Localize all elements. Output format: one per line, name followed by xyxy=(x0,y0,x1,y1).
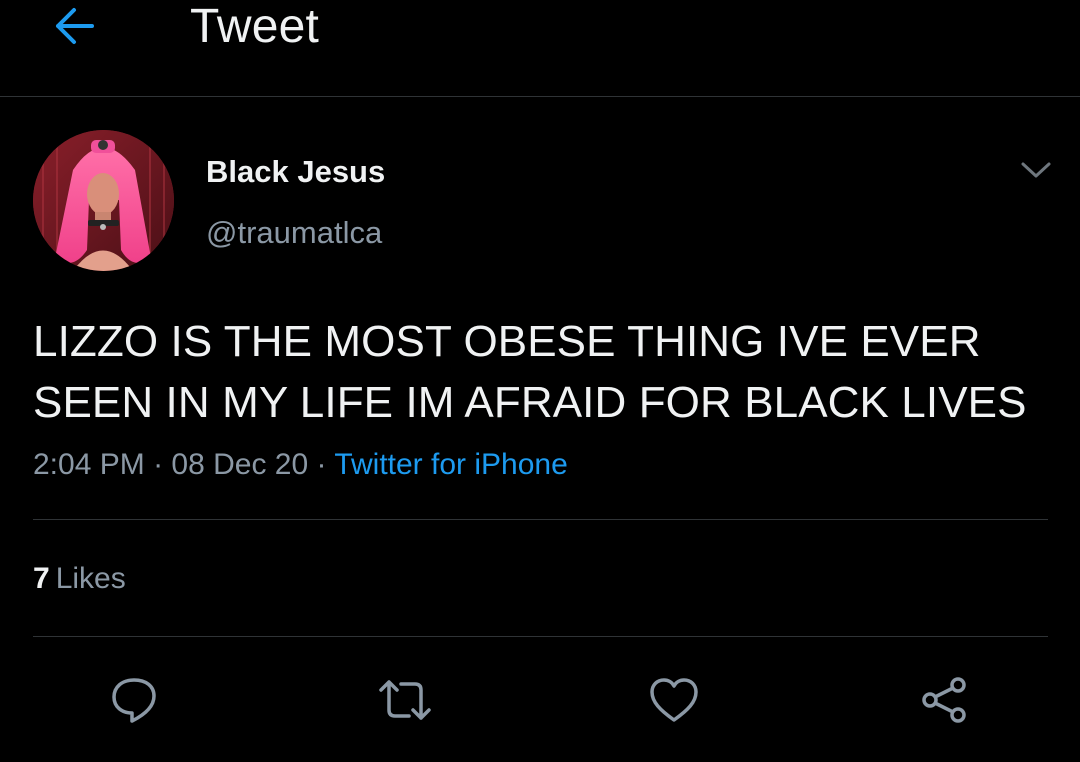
meta-separator: · xyxy=(153,448,164,481)
divider xyxy=(33,636,1048,637)
tweet-text-line: LIZZO IS THE MOST OBESE THING IVE EVER xyxy=(33,317,981,366)
divider xyxy=(33,519,1048,520)
tweet-text-line: SEEN IN MY LIFE IM AFRAID FOR BLACK LIVE… xyxy=(33,378,1027,427)
heart-icon xyxy=(650,678,698,722)
avatar-image xyxy=(33,130,174,271)
page-title: Tweet xyxy=(190,0,320,53)
share-button[interactable] xyxy=(914,670,974,730)
arrow-left-icon xyxy=(56,8,94,44)
meta-separator: · xyxy=(316,448,327,481)
back-button[interactable] xyxy=(46,0,102,52)
author-name[interactable]: Black Jesus xyxy=(206,153,385,191)
retweet-button[interactable] xyxy=(375,670,435,730)
like-button[interactable] xyxy=(644,670,704,730)
chevron-down-icon xyxy=(1021,162,1051,178)
reply-icon xyxy=(112,678,156,723)
tweet-meta: 2:04 PM · 08 Dec 20 · Twitter for iPhone xyxy=(33,446,568,484)
share-icon xyxy=(922,677,966,723)
retweet-icon xyxy=(379,680,431,720)
likes-stat[interactable]: 7 Likes xyxy=(33,560,126,598)
reply-button[interactable] xyxy=(104,670,164,730)
more-options-button[interactable] xyxy=(1016,154,1056,186)
likes-count: 7 xyxy=(33,562,50,595)
author-handle[interactable]: @traumatlca xyxy=(206,214,382,252)
likes-label: Likes xyxy=(55,562,126,595)
avatar[interactable] xyxy=(33,130,174,271)
tweet-date: 08 Dec 20 xyxy=(171,448,309,481)
top-bar: Tweet xyxy=(0,0,1080,97)
tweet-text: LIZZO IS THE MOST OBESE THING IVE EVER S… xyxy=(33,311,1063,433)
tweet-time: 2:04 PM xyxy=(33,448,145,481)
tweet-source-link[interactable]: Twitter for iPhone xyxy=(334,448,567,481)
